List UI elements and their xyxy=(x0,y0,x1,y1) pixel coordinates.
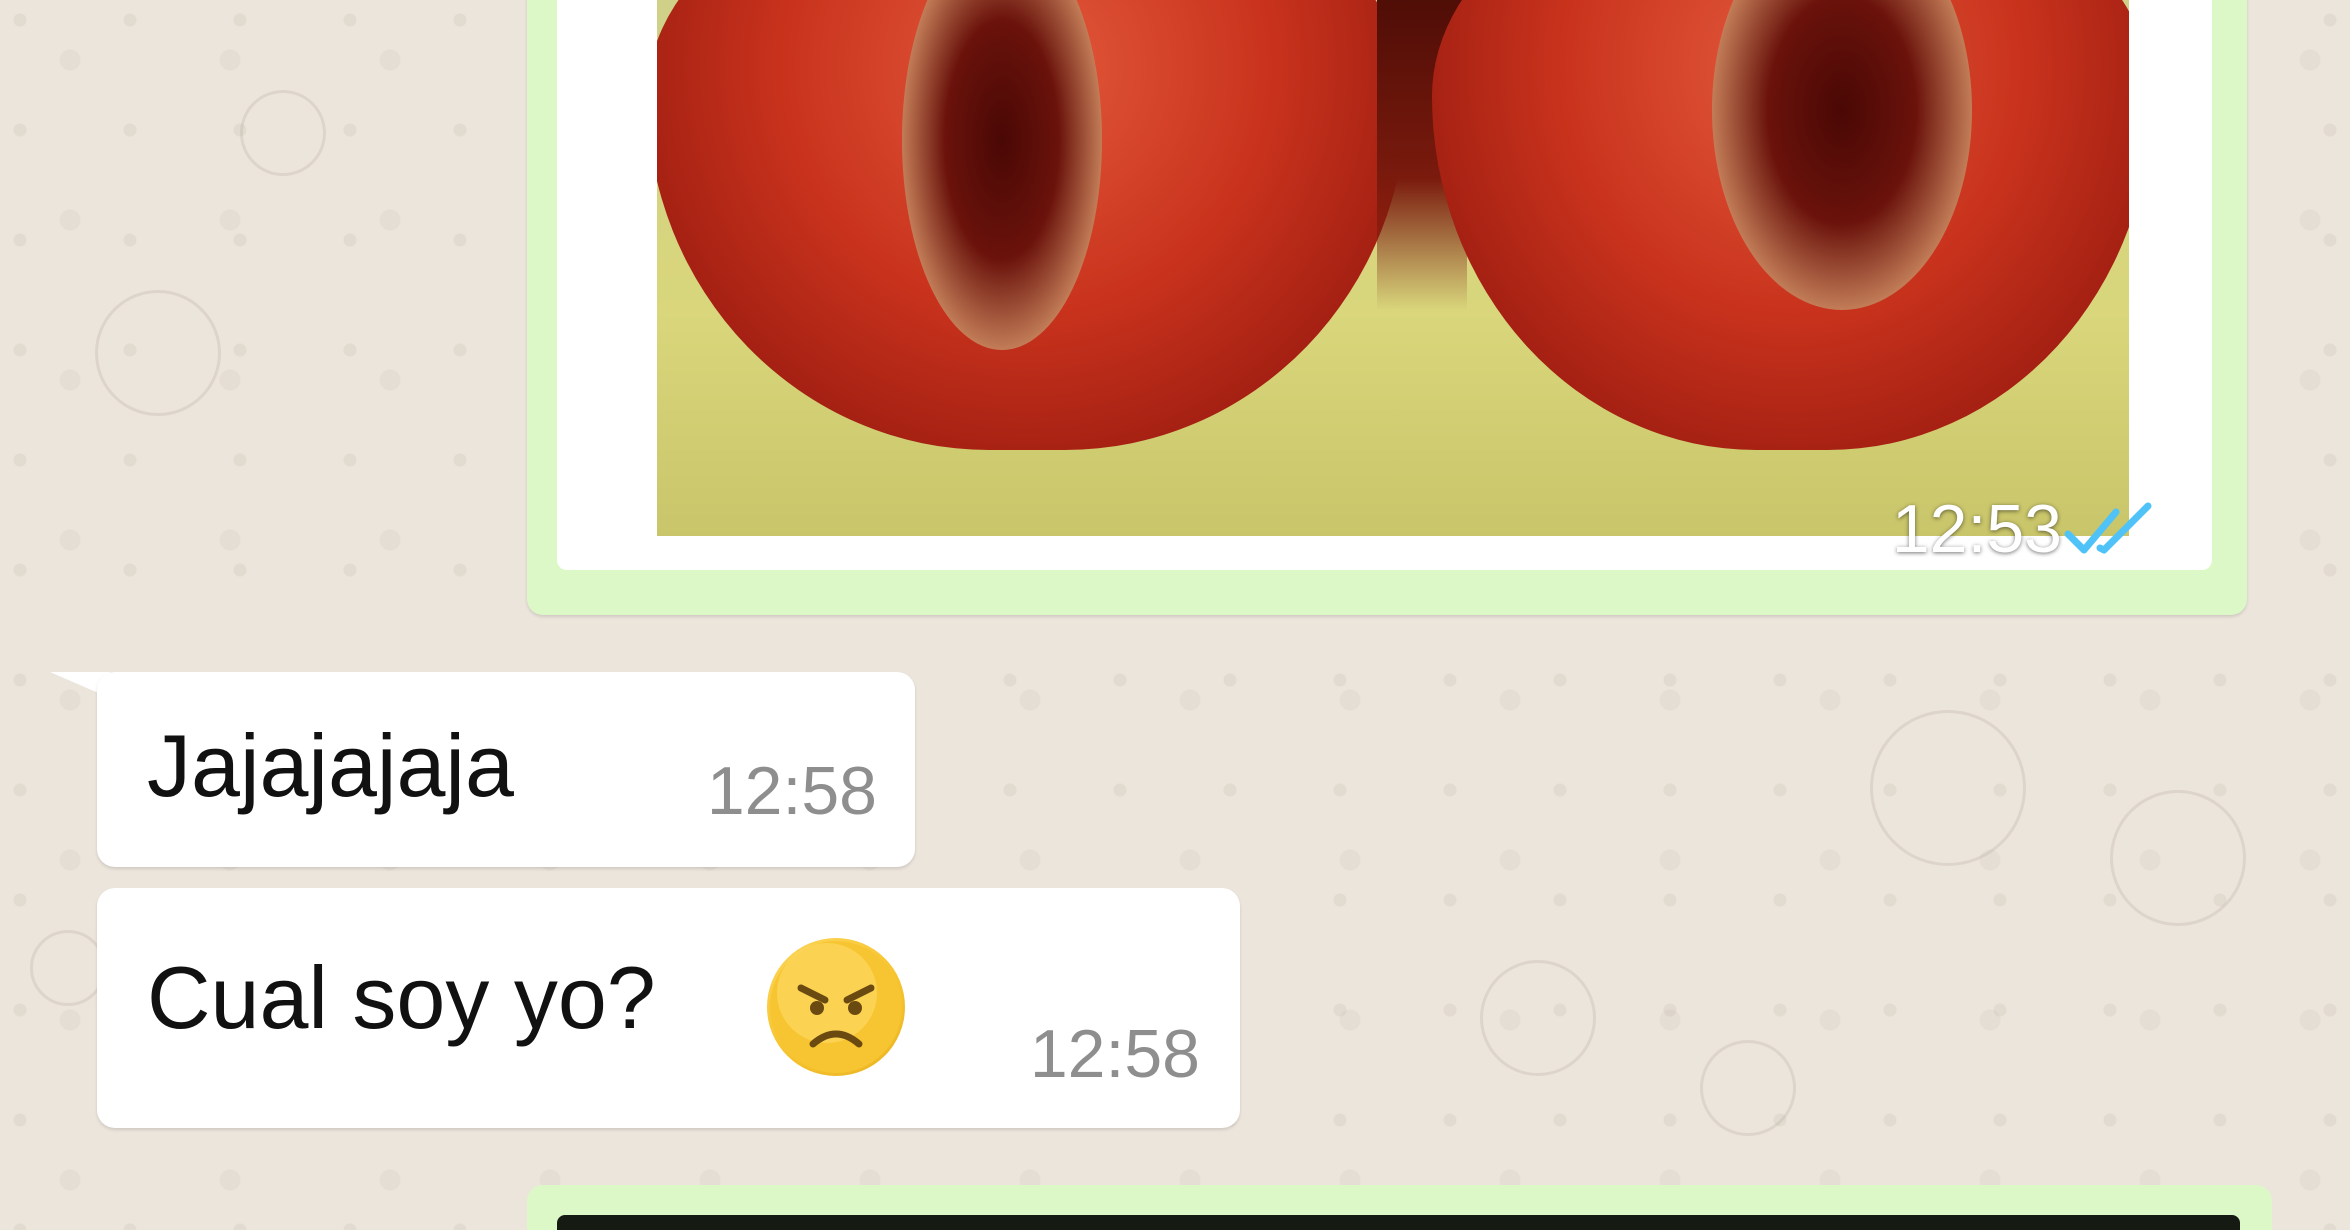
incoming-message[interactable]: Jajajajaja 12:58 xyxy=(97,672,915,867)
incoming-message[interactable]: Cual soy yo? 12:58 xyxy=(97,888,1240,1128)
wallpaper-doodle xyxy=(95,290,221,416)
wallpaper-doodle xyxy=(240,90,326,176)
wallpaper-doodle xyxy=(1870,710,2026,866)
pepper-photo xyxy=(657,0,2129,536)
message-timestamp: 12:58 xyxy=(1029,1016,1200,1092)
message-timestamp: 12:53 xyxy=(1891,491,2062,567)
wallpaper-doodle xyxy=(1480,960,1596,1076)
double-check-icon xyxy=(2064,502,2152,554)
image-thumbnail[interactable]: 12:53 xyxy=(557,0,2212,570)
angry-face-emoji xyxy=(767,938,905,1076)
outgoing-image-message[interactable] xyxy=(527,1185,2272,1230)
pepper-half-right xyxy=(1432,0,2129,450)
outgoing-image-message[interactable]: 12:53 xyxy=(527,0,2247,615)
pepper-cavity xyxy=(1712,0,1972,310)
message-text: Cual soy yo? xyxy=(147,948,656,1047)
wallpaper-doodle xyxy=(30,930,106,1006)
message-timestamp: 12:58 xyxy=(706,753,877,829)
wallpaper-doodle xyxy=(2110,790,2246,926)
message-text: Jajajajaja xyxy=(147,716,514,815)
wallpaper-doodle xyxy=(1700,1040,1796,1136)
pepper-cavity xyxy=(902,0,1102,350)
image-thumbnail[interactable] xyxy=(557,1215,2240,1230)
pepper-half-left xyxy=(657,0,1407,450)
